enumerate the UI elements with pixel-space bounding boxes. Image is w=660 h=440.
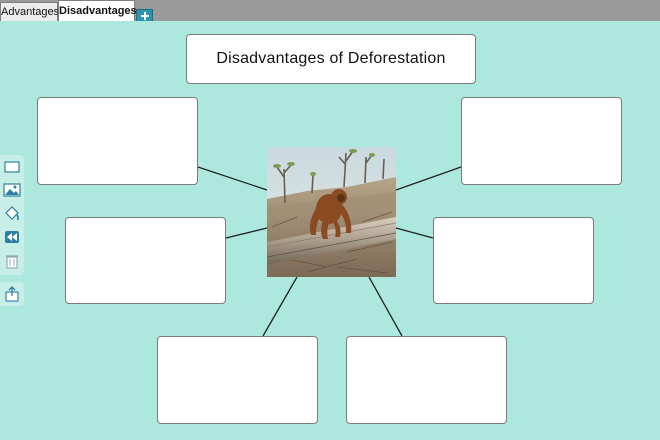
idea-card[interactable]	[37, 97, 198, 185]
delete-tool[interactable]	[2, 251, 22, 271]
share-icon	[5, 286, 19, 302]
image-tool[interactable]	[2, 180, 22, 200]
idea-card[interactable]	[65, 217, 226, 304]
connector-line	[368, 276, 403, 337]
side-toolbar	[0, 155, 24, 275]
trash-icon	[6, 255, 18, 269]
idea-card[interactable]	[157, 336, 318, 424]
connector-line	[395, 166, 462, 191]
rectangle-tool[interactable]	[2, 157, 22, 177]
connector-line	[225, 227, 268, 239]
idea-card[interactable]	[346, 336, 507, 424]
idea-card[interactable]	[461, 97, 622, 185]
share-toolbar	[0, 282, 24, 306]
central-image[interactable]	[267, 147, 396, 277]
rewind-tool[interactable]	[2, 227, 22, 247]
fill-tool[interactable]	[2, 203, 22, 223]
connector-line	[395, 227, 434, 239]
orangutan-deforestation-image	[267, 147, 396, 277]
fill-bucket-icon	[5, 206, 19, 221]
share-tool[interactable]	[2, 284, 22, 304]
rewind-icon	[5, 231, 19, 243]
idea-card[interactable]	[433, 217, 594, 304]
diagram-title[interactable]: Disadvantages of Deforestation	[186, 34, 476, 84]
connector-line	[262, 276, 298, 337]
image-icon	[3, 183, 21, 197]
rectangle-icon	[4, 161, 20, 173]
connector-line	[197, 166, 268, 191]
